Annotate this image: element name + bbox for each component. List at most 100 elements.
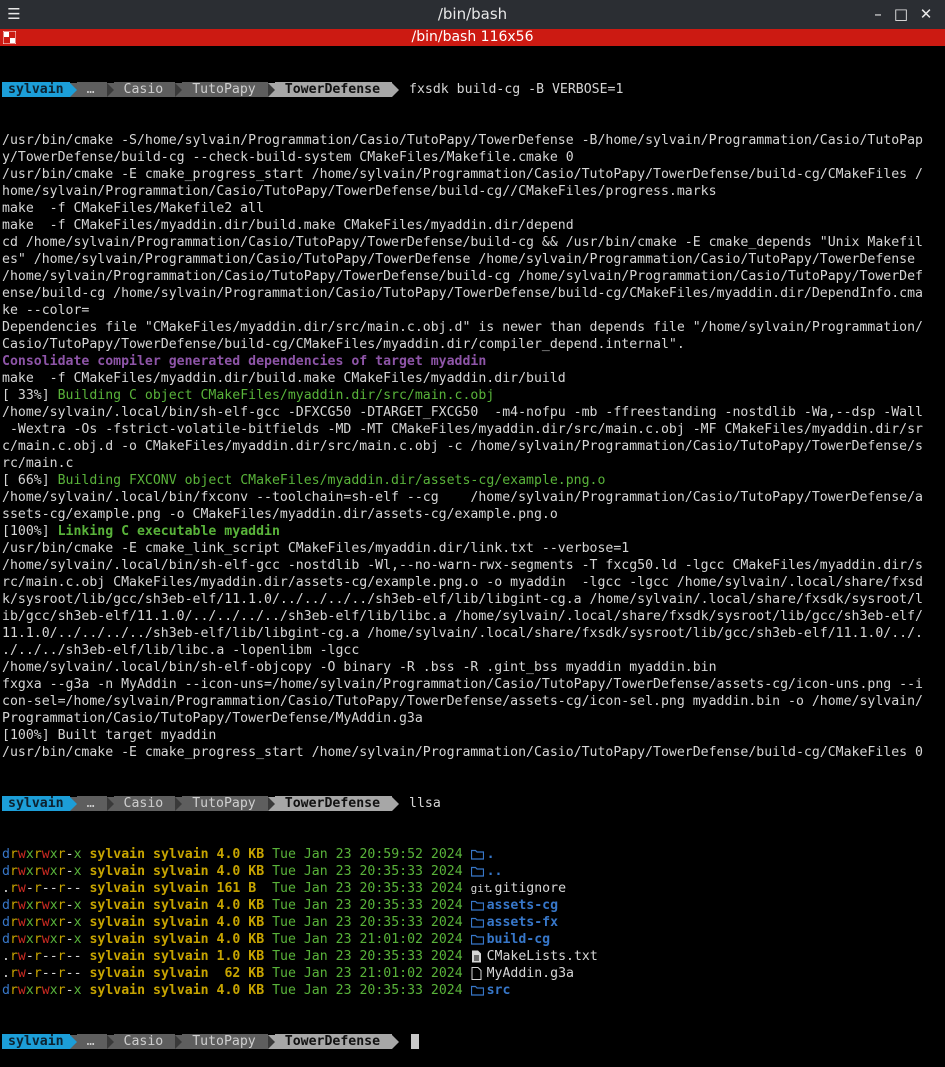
file-owner: sylvain xyxy=(81,932,146,947)
file-name[interactable]: .. xyxy=(487,863,503,880)
output-line: c/main.c.obj.d -o CMakeFiles/myaddin.dir… xyxy=(2,438,945,455)
output-text: Building FXCONV object CMakeFiles/myaddi… xyxy=(57,473,606,488)
file-group: sylvain xyxy=(145,915,209,930)
minimize-icon[interactable]: – xyxy=(868,4,888,24)
output-line: [100%] Built target myaddin xyxy=(2,727,945,744)
prompt-current-dir: TowerDefense xyxy=(274,82,393,97)
prompt-separator-icon xyxy=(175,1034,183,1049)
window-title: /bin/bash xyxy=(437,5,508,23)
permission-char: w xyxy=(41,864,50,879)
permission-char: x xyxy=(25,847,34,862)
file-date: Tue Jan 23 20:35:33 2024 xyxy=(264,864,471,879)
permission-char: r xyxy=(9,932,18,947)
permission-char: r xyxy=(33,949,42,964)
file-listing: drwxrwxr-x sylvain sylvain 4.0 KB Tue Ja… xyxy=(2,846,945,999)
permission-char: w xyxy=(17,847,26,862)
file-permissions: .rw-r--r-- xyxy=(2,880,82,897)
file-name[interactable]: . xyxy=(487,846,495,863)
output-text: ssets-cg/example.png -o CMakeFiles/myadd… xyxy=(2,507,558,522)
output-text: ./../../sh3eb-elf/lib/libc.a -lopenlibm … xyxy=(2,643,360,658)
output-text: /home/sylvain/.local/bin/sh-elf-objcopy … xyxy=(2,660,717,675)
output-text: Programmation/Casio/TutoPapy/TowerDefens… xyxy=(2,711,423,726)
output-text: Casio/TutoPapy/TowerDefense/build-cg/CMa… xyxy=(2,337,685,352)
output-text: /usr/bin/cmake -E cmake_progress_start /… xyxy=(2,167,923,182)
output-line: cd /home/sylvain/Programmation/Casio/Tut… xyxy=(2,234,945,251)
terminal-output[interactable]: sylvain … Casio TutoPapy TowerDefense fxsdk b… xyxy=(2,47,945,1067)
prompt-separator-icon xyxy=(392,1034,400,1049)
file-group: sylvain xyxy=(145,983,209,998)
prompt-separator-icon xyxy=(106,1034,114,1049)
permission-char: r xyxy=(57,932,66,947)
output-text: ib/gcc/sh3eb-elf/11.1.0/../../../../sh3e… xyxy=(2,609,923,624)
file-permissions: drwxrwxr-x xyxy=(2,982,82,999)
output-line: home/sylvain/Programmation/Casio/TutoPap… xyxy=(2,183,945,200)
output-text: make -f CMakeFiles/myaddin.dir/build.mak… xyxy=(2,371,566,386)
output-line: fxgxa --g3a -n MyAddin --icon-uns=/home/… xyxy=(2,676,945,693)
file-name[interactable]: CMakeLists.txt xyxy=(487,948,598,965)
permission-char: w xyxy=(17,915,26,930)
permission-char: x xyxy=(25,915,34,930)
maximize-icon[interactable]: □ xyxy=(891,4,911,24)
file-date: Tue Jan 23 20:35:33 2024 xyxy=(264,949,471,964)
prompt-current-dir: TowerDefense xyxy=(274,796,393,811)
output-line: [ 66%] Building FXCONV object CMakeFiles… xyxy=(2,472,945,489)
file-group: sylvain xyxy=(145,881,209,896)
file-date: Tue Jan 23 20:35:33 2024 xyxy=(264,983,471,998)
permission-char: - xyxy=(25,881,34,896)
file-name[interactable]: .gitignore xyxy=(487,880,566,897)
file-row[interactable]: drwxrwxr-x sylvain sylvain 4.0 KB Tue Ja… xyxy=(2,931,945,948)
file-row[interactable]: drwxrwxr-x sylvain sylvain 4.0 KB Tue Ja… xyxy=(2,846,945,863)
close-icon[interactable]: ✕ xyxy=(916,4,936,24)
file-row[interactable]: .rw-r--r-- sylvain sylvain 62 KB Tue Jan… xyxy=(2,965,945,982)
file-name[interactable]: assets-fx xyxy=(487,914,558,931)
file-size: 4.0 KB xyxy=(208,932,265,947)
permission-char: r xyxy=(9,847,18,862)
permission-char: - xyxy=(41,949,50,964)
output-text: Consolidate compiler generated dependenc… xyxy=(2,354,487,369)
permission-char: x xyxy=(49,983,58,998)
prompt-path-segment: Casio xyxy=(113,1034,176,1049)
prompt-separator-icon xyxy=(69,1034,77,1049)
output-text: Linking C executable myaddin xyxy=(57,524,280,539)
terminal-tab[interactable]: /bin/bash 116x56 xyxy=(0,29,945,46)
permission-char: w xyxy=(41,983,50,998)
file-row[interactable]: drwxrwxr-x sylvain sylvain 4.0 KB Tue Ja… xyxy=(2,914,945,931)
permission-char: w xyxy=(17,881,26,896)
permission-char: x xyxy=(49,932,58,947)
output-line: /usr/bin/cmake -E cmake_link_script CMak… xyxy=(2,540,945,557)
output-text: 11.1.0/../../../../sh3eb-elf/lib/libgint… xyxy=(2,626,923,641)
file-name[interactable]: MyAddin.g3a xyxy=(487,965,574,982)
prompt-user: sylvain xyxy=(2,1034,70,1049)
permission-char: w xyxy=(41,898,50,913)
file-name[interactable]: assets-cg xyxy=(487,897,558,914)
file-name[interactable]: build-cg xyxy=(487,931,551,948)
permission-char: x xyxy=(25,932,34,947)
output-line: /home/sylvain/.local/bin/sh-elf-gcc -nos… xyxy=(2,557,945,574)
file-row[interactable]: .rw-r--r-- sylvain sylvain 161 B Tue Jan… xyxy=(2,880,945,897)
permission-char: - xyxy=(41,966,50,981)
permission-char: r xyxy=(57,847,66,862)
file-size: 161 B xyxy=(208,881,265,896)
permission-char: w xyxy=(17,898,26,913)
prompt-separator-icon xyxy=(106,796,114,811)
output-text: /home/sylvain/.local/bin/sh-elf-gcc -DFX… xyxy=(2,405,923,420)
text-cursor[interactable] xyxy=(411,1034,420,1049)
file-row[interactable]: drwxrwxr-x sylvain sylvain 4.0 KB Tue Ja… xyxy=(2,863,945,880)
permission-char: x xyxy=(25,864,34,879)
permission-char: r xyxy=(9,864,18,879)
permission-char: - xyxy=(49,949,58,964)
prompt-separator-icon xyxy=(267,1034,275,1049)
file-name[interactable]: src xyxy=(487,982,511,999)
text-file-icon xyxy=(471,950,487,963)
permission-char: - xyxy=(65,932,74,947)
file-size: 4.0 KB xyxy=(208,915,265,930)
permission-char: r xyxy=(9,983,18,998)
command-text: fxsdk build-cg -B VERBOSE=1 xyxy=(409,82,624,97)
file-size: 4.0 KB xyxy=(208,898,265,913)
file-row[interactable]: .rw-r--r-- sylvain sylvain 1.0 KB Tue Ja… xyxy=(2,948,945,965)
output-text: /usr/bin/cmake -E cmake_link_script CMak… xyxy=(2,541,630,556)
file-row[interactable]: drwxrwxr-x sylvain sylvain 4.0 KB Tue Ja… xyxy=(2,897,945,914)
permission-char: r xyxy=(33,847,42,862)
file-row[interactable]: drwxrwxr-x sylvain sylvain 4.0 KB Tue Ja… xyxy=(2,982,945,999)
prompt-separator-icon xyxy=(267,82,275,97)
